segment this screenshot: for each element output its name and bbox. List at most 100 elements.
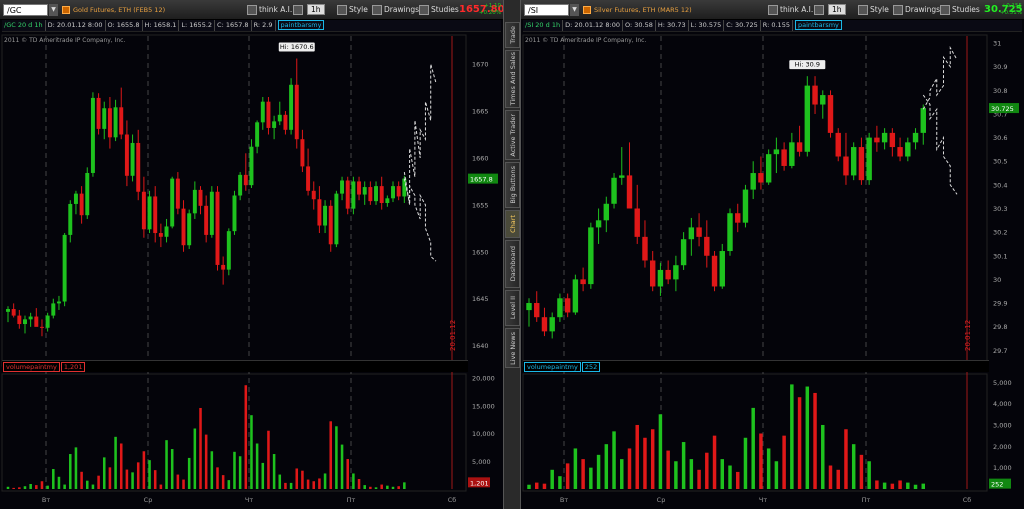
style-button[interactable]: Style bbox=[858, 3, 889, 17]
volume-bar bbox=[323, 473, 327, 489]
date-marker: 20.01.12 bbox=[964, 320, 972, 351]
volume-bar bbox=[221, 475, 225, 489]
drawings-button[interactable]: Drawings bbox=[893, 3, 940, 17]
price-marker: 1657.8 bbox=[470, 176, 493, 184]
volume-bar bbox=[199, 407, 202, 489]
y-tick-label: 29.7 bbox=[993, 347, 1007, 355]
y-tick-label: 31 bbox=[993, 40, 1001, 48]
link-icon[interactable] bbox=[583, 6, 591, 14]
volume-bar bbox=[18, 487, 21, 489]
volume-bar bbox=[558, 476, 562, 489]
tab-chart[interactable]: Chart bbox=[505, 210, 520, 238]
link-icon[interactable] bbox=[62, 6, 70, 14]
tab-active-trader[interactable]: Active Trader bbox=[505, 110, 520, 160]
volume-bar bbox=[6, 486, 10, 489]
symbol-dropdown-button[interactable]: ▼ bbox=[49, 4, 58, 16]
volume-bar bbox=[882, 482, 887, 489]
volume-bar bbox=[620, 459, 624, 489]
study-label[interactable]: paintbarsmy bbox=[277, 20, 325, 30]
tab-big-buttons[interactable]: Big Buttons bbox=[505, 162, 520, 208]
think-ai-button[interactable]: think A.I. bbox=[247, 3, 292, 17]
volume-tick-label: 5,000 bbox=[993, 379, 1012, 387]
y-tick-label: 1660 bbox=[472, 154, 489, 162]
style-button[interactable]: Style bbox=[337, 3, 368, 17]
y-tick-label: 30.9 bbox=[993, 63, 1007, 71]
tab-trade[interactable]: Trade bbox=[505, 22, 520, 48]
volume-bar bbox=[374, 487, 378, 489]
volume-study-label[interactable]: volumepaintmy bbox=[524, 362, 581, 372]
symbol-input[interactable]: /GC bbox=[3, 4, 48, 16]
volume-bar bbox=[890, 483, 895, 489]
info-low: L: 30.575 bbox=[689, 20, 725, 31]
drawings-button[interactable]: Drawings bbox=[372, 3, 419, 17]
volume-marker: 1,201 bbox=[470, 479, 489, 487]
candle-body bbox=[11, 309, 16, 316]
volume-study-label[interactable]: volumepaintmy bbox=[3, 362, 60, 372]
volume-tick-label: 5,000 bbox=[472, 458, 491, 466]
symbol-input[interactable]: /SI bbox=[524, 4, 569, 16]
volume-bar bbox=[782, 435, 786, 489]
candle-body bbox=[580, 279, 586, 285]
info-low: L: 1655.2 bbox=[179, 20, 216, 31]
think-ai-icon bbox=[768, 5, 778, 15]
link-options-icon[interactable] bbox=[293, 3, 305, 17]
candle-body bbox=[657, 269, 664, 287]
volume-pane bbox=[522, 373, 988, 492]
volume-bar bbox=[658, 414, 663, 489]
volume-bar bbox=[357, 479, 361, 489]
candle-body bbox=[158, 233, 163, 237]
change-percent: +0.51% bbox=[999, 10, 1022, 16]
tab-live-news[interactable]: Live News bbox=[505, 328, 520, 368]
y-tick-label: 30.1 bbox=[993, 252, 1007, 260]
symbol-dropdown-button[interactable]: ▼ bbox=[570, 4, 579, 16]
candle-body bbox=[6, 309, 10, 312]
volume-bar bbox=[813, 392, 817, 489]
studies-button[interactable]: Studies bbox=[419, 3, 459, 17]
tab-times-and-sales[interactable]: Times And Sales bbox=[505, 50, 520, 108]
volume-bar bbox=[921, 483, 926, 489]
candle-body bbox=[141, 191, 146, 230]
candle-body bbox=[603, 203, 610, 221]
volume-bar bbox=[108, 467, 112, 489]
chart-toolbar: /SI ▼ Silver Futures, ETH (MAR5 12) thin… bbox=[521, 0, 1024, 20]
projection-upper-line bbox=[403, 64, 437, 204]
volume-bar bbox=[403, 482, 406, 489]
interval-select[interactable]: 1h bbox=[307, 3, 325, 17]
study-label[interactable]: paintbarsmy bbox=[794, 20, 842, 30]
y-tick-label: 1670 bbox=[472, 61, 489, 69]
candle-body bbox=[17, 315, 22, 325]
drawings-icon bbox=[893, 5, 903, 15]
volume-bar bbox=[906, 482, 910, 489]
link-options-icon[interactable] bbox=[814, 3, 826, 17]
tab-level-ii[interactable]: Level II bbox=[505, 290, 520, 326]
volume-bar bbox=[542, 483, 547, 489]
y-tick-label: 1650 bbox=[472, 248, 489, 256]
volume-bar bbox=[227, 480, 231, 489]
volume-bar bbox=[91, 484, 95, 489]
interval-select[interactable]: 1h bbox=[828, 3, 846, 17]
info-high: H: 30.73 bbox=[656, 20, 689, 31]
volume-bar bbox=[182, 479, 185, 489]
candle-body bbox=[289, 84, 294, 130]
think-ai-button[interactable]: think A.I. bbox=[768, 3, 813, 17]
price-chart-gold[interactable]: 1670 1665 1660 1655 1650 1645 1640 20,000 15,000… bbox=[0, 33, 503, 509]
studies-button[interactable]: Studies bbox=[940, 3, 980, 17]
candle-body bbox=[649, 260, 656, 287]
volume-bar bbox=[114, 436, 117, 489]
candle-body bbox=[232, 195, 237, 232]
y-tick-label: 29.8 bbox=[993, 323, 1007, 331]
volume-bar bbox=[46, 485, 49, 489]
volume-bar bbox=[204, 434, 208, 489]
x-tick-label: Пт bbox=[347, 496, 356, 504]
x-tick-label: Сб bbox=[963, 496, 972, 504]
candle-body bbox=[73, 193, 78, 204]
price-chart-silver[interactable]: 3130.930.830.730.630.530.430.330.230.130… bbox=[521, 33, 1024, 509]
volume-bar bbox=[176, 474, 180, 489]
candle-body bbox=[317, 199, 322, 226]
volume-bar bbox=[267, 430, 270, 489]
candle-body bbox=[45, 315, 50, 328]
tab-dashboard[interactable]: Dashboard bbox=[505, 240, 520, 288]
chart-symbol-period: /SI 20 d 1h bbox=[523, 20, 564, 31]
volume-bar bbox=[674, 461, 678, 489]
candle-body bbox=[124, 134, 129, 176]
